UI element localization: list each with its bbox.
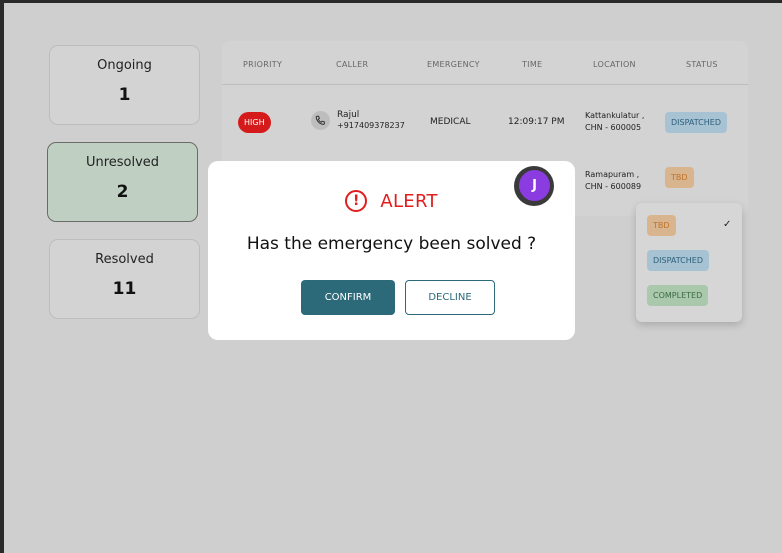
avatar-initial: J xyxy=(519,170,550,201)
stat-label-ongoing: Ongoing xyxy=(97,58,152,73)
stat-card-resolved[interactable]: Resolved 11 xyxy=(49,239,200,319)
alert-question: Has the emergency been solved ? xyxy=(246,234,537,254)
column-header-emergency: EMERGENCY xyxy=(427,60,480,69)
caller-name: Rajul xyxy=(337,110,360,120)
priority-badge: HIGH xyxy=(238,112,271,133)
alert-title: ALERT xyxy=(380,190,438,212)
column-header-time: TIME xyxy=(522,60,543,69)
column-header-priority: PRIORITY xyxy=(243,60,283,69)
stat-card-unresolved[interactable]: Unresolved 2 xyxy=(47,142,198,222)
column-header-location: LOCATION xyxy=(593,60,636,69)
stat-value-resolved: 11 xyxy=(112,279,137,299)
avatar[interactable]: J xyxy=(514,166,554,206)
column-header-status: STATUS xyxy=(686,60,718,69)
stat-card-ongoing[interactable]: Ongoing 1 xyxy=(49,45,200,125)
stat-value-unresolved: 2 xyxy=(116,182,129,202)
location-line2: CHN - 600005 xyxy=(585,123,642,132)
emergency-type: MEDICAL xyxy=(430,117,471,127)
caller-phone: +917409378237 xyxy=(337,121,405,130)
status-badge[interactable]: TBD xyxy=(665,167,694,188)
phone-icon[interactable] xyxy=(311,111,330,130)
column-header-caller: CALLER xyxy=(336,60,369,69)
table-header: PRIORITY CALLER EMERGENCY TIME LOCATION … xyxy=(222,41,748,85)
confirm-button[interactable]: CONFIRM xyxy=(301,280,395,315)
stat-value-ongoing: 1 xyxy=(118,85,131,105)
call-time: 12:09:17 PM xyxy=(508,117,565,127)
location-line1: Ramapuram , xyxy=(585,170,640,179)
decline-button[interactable]: DECLINE xyxy=(405,280,495,315)
status-badge[interactable]: DISPATCHED xyxy=(665,112,727,133)
location-line1: Kattankulatur , xyxy=(585,111,645,120)
status-dropdown: TBD ✓ DISPATCHED COMPLETED xyxy=(636,203,742,322)
location-line2: CHN - 600089 xyxy=(585,182,642,191)
status-option-dispatched[interactable]: DISPATCHED xyxy=(647,250,709,271)
status-option-completed[interactable]: COMPLETED xyxy=(647,285,709,306)
status-option-tbd[interactable]: TBD xyxy=(647,215,676,236)
alert-icon: ! xyxy=(345,190,368,212)
stat-label-resolved: Resolved xyxy=(95,252,154,267)
check-icon: ✓ xyxy=(723,219,732,230)
stat-label-unresolved: Unresolved xyxy=(85,155,160,170)
